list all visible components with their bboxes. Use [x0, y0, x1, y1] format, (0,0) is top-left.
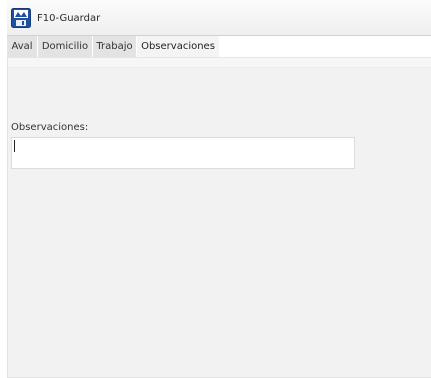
observaciones-label: Observaciones:	[11, 122, 89, 133]
tab-observaciones[interactable]: Observaciones	[137, 36, 219, 57]
tab-trabajo-label: Trabajo	[96, 41, 133, 52]
text-caret	[14, 140, 15, 152]
tab-aval-label: Aval	[11, 41, 33, 52]
panel-header-strip	[8, 58, 431, 68]
save-button[interactable]: F10-Guardar	[11, 7, 100, 29]
observaciones-input[interactable]	[11, 137, 355, 169]
save-disk-icon	[11, 8, 31, 28]
save-button-label: F10-Guardar	[37, 12, 101, 24]
tab-domicilio-label: Domicilio	[41, 41, 89, 52]
tab-observaciones-label: Observaciones	[141, 41, 215, 52]
observaciones-panel: Observaciones:	[7, 58, 431, 378]
tab-domicilio[interactable]: Domicilio	[38, 36, 92, 57]
tab-aval[interactable]: Aval	[7, 36, 37, 57]
toolbar: F10-Guardar	[7, 0, 431, 36]
window-frame: F10-Guardar Aval Domicilio Trabajo Obser…	[7, 0, 431, 378]
tab-trabajo[interactable]: Trabajo	[93, 36, 136, 57]
tab-bar: Aval Domicilio Trabajo Observaciones	[7, 36, 431, 58]
